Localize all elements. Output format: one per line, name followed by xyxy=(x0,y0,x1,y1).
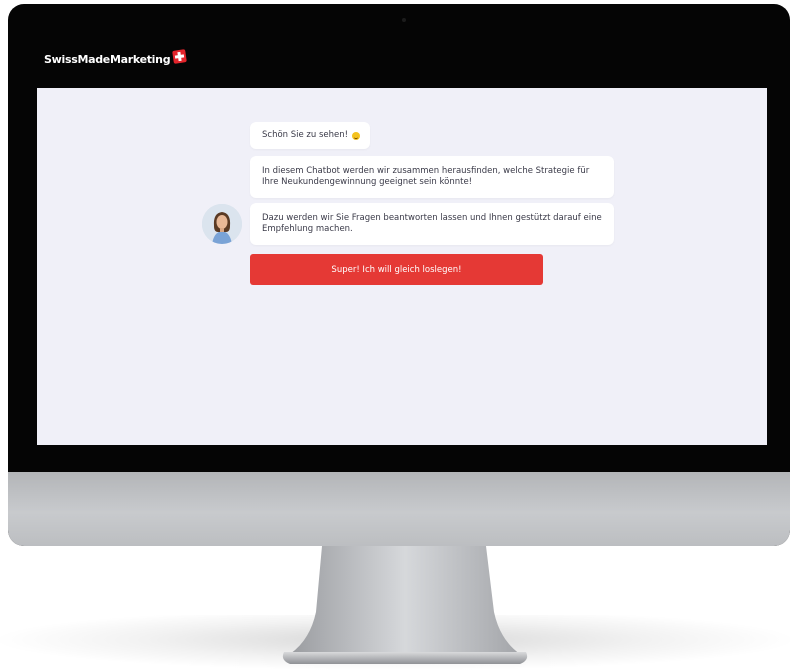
avatar xyxy=(202,204,242,244)
chat-message-text: Schön Sie zu sehen! xyxy=(262,130,349,140)
smile-icon xyxy=(352,131,361,140)
brand-name: SwissMadeMarketing xyxy=(44,53,171,66)
chat-message: Dazu werden wir Sie Fragen beantworten l… xyxy=(250,203,614,245)
chat-message-text: Dazu werden wir Sie Fragen beantworten l… xyxy=(262,213,602,234)
chat-message: Schön Sie zu sehen! xyxy=(250,122,371,149)
chat-screen: Schön Sie zu sehen! In diesem Chatbot we… xyxy=(37,88,767,445)
person-avatar-icon xyxy=(202,204,242,244)
camera-dot xyxy=(402,18,406,22)
brand-logo[interactable]: SwissMadeMarketing xyxy=(44,49,188,66)
start-button[interactable]: Super! Ich will gleich loslegen! xyxy=(250,254,543,285)
monitor-bezel: SwissMadeMarketing Schön Sie zu sehen! I… xyxy=(8,4,790,546)
chat-message: In diesem Chatbot werden wir zusammen he… xyxy=(250,156,614,198)
monitor-mockup: SwissMadeMarketing Schön Sie zu sehen! I… xyxy=(0,0,790,670)
monitor-chin xyxy=(8,472,790,546)
swiss-flag-icon xyxy=(172,49,188,64)
chat-message-text: In diesem Chatbot werden wir zusammen he… xyxy=(262,166,590,187)
